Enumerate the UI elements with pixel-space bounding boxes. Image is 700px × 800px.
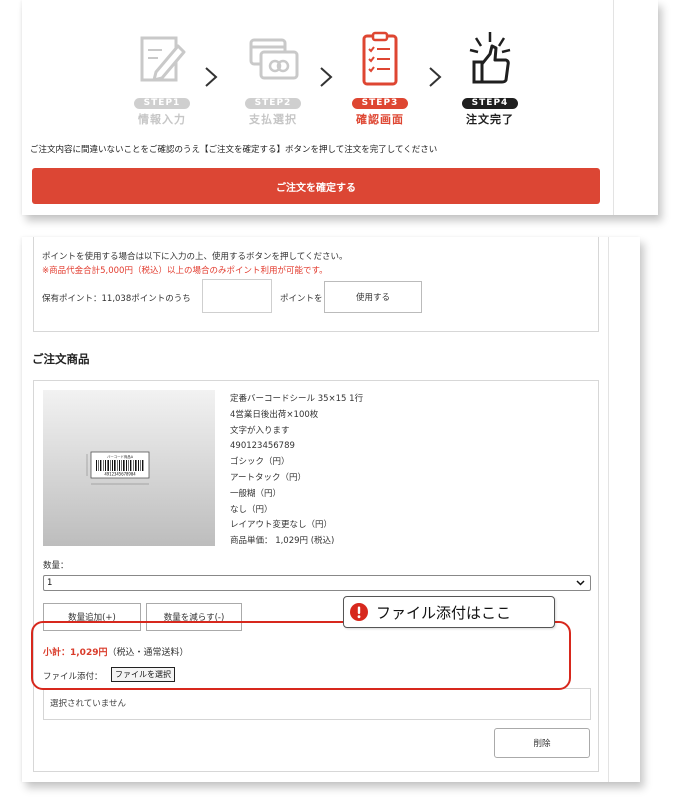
points-section: ポイントを使用する場合は以下に入力の上、使用するボタンを押してください。 ※商品… <box>33 237 599 332</box>
barcode-label-image: バーコード商品A 4912345678904 <box>86 451 150 485</box>
product-layout: レイアウト変更なし（円） <box>230 520 333 531</box>
step-3-badge: STEP3 <box>352 98 408 109</box>
step-3: STEP3 確認画面 <box>340 30 420 127</box>
step-2-badge: STEP2 <box>245 98 301 109</box>
order-items-title: ご注文商品 <box>32 352 90 366</box>
step-4: STEP4 注文完了 <box>450 30 530 127</box>
quantity-value: 1 <box>47 578 53 588</box>
product-shipping: 4営業日後出荷×100枚 <box>230 409 319 420</box>
chevron-right-icon <box>429 67 442 87</box>
clipboard-checklist-icon <box>362 31 398 86</box>
points-instruction: ポイントを使用する場合は以下に入力の上、使用するボタンを押してください。 <box>42 252 348 262</box>
step-indicator: STEP1 情報入力 STEP2 支払選択 STEP3 確認画面 STEP4 注… <box>22 0 622 130</box>
step-1-name: 情報入力 <box>138 113 186 126</box>
step-4-name: 注文完了 <box>466 113 514 126</box>
confirm-instruction: ご注文内容に間違いないことをご確認のうえ【ご注文を確定する】ボタンを押して注文を… <box>30 145 438 155</box>
product-details: 定番バーコードシール 35×15 1行 4営業日後出荷×100枚 文字が入ります… <box>230 392 363 550</box>
order-details-panel: ポイントを使用する場合は以下に入力の上、使用するボタンを押してください。 ※商品… <box>22 237 640 782</box>
panel-divider <box>608 237 609 782</box>
product-material: アートタック（円） <box>230 472 306 483</box>
points-input[interactable] <box>202 279 272 313</box>
product-adhesive: 一般糊（円） <box>230 488 282 499</box>
exclamation-icon <box>350 603 368 621</box>
quantity-select[interactable]: 1 <box>43 575 591 591</box>
product-text: 文字が入ります <box>230 425 290 436</box>
product-font: ゴシック（円） <box>230 457 290 468</box>
chevron-right-icon <box>320 67 333 87</box>
product-image: バーコード商品A 4912345678904 <box>43 390 215 546</box>
step-4-badge: STEP4 <box>462 98 518 109</box>
points-unit-label: ポイントを <box>280 294 323 304</box>
confirm-order-button[interactable]: ご注文を確定する <box>32 168 600 204</box>
file-attach-highlight <box>31 621 571 690</box>
use-points-button[interactable]: 使用する <box>324 281 422 313</box>
pencil-document-icon <box>140 36 186 82</box>
file-status-text: 選択されていません <box>50 699 126 709</box>
chevron-down-icon <box>576 580 585 586</box>
step-2: STEP2 支払選択 <box>233 30 313 127</box>
quantity-label: 数量： <box>43 561 69 571</box>
callout-text: ファイル添付はここ <box>376 603 512 622</box>
product-item: バーコード商品A 4912345678904 定番バーコードシール 35×15 … <box>33 380 599 772</box>
file-status-box: 選択されていません <box>43 688 591 720</box>
delete-item-button[interactable]: 削除 <box>494 728 590 758</box>
chevron-right-icon <box>205 67 218 87</box>
step-1-badge: STEP1 <box>134 98 190 109</box>
step-2-name: 支払選択 <box>249 113 297 126</box>
checkout-steps-panel: STEP1 情報入力 STEP2 支払選択 STEP3 確認画面 STEP4 注… <box>22 0 658 215</box>
step-3-name: 確認画面 <box>356 113 404 126</box>
step-1: STEP1 情報入力 <box>122 30 202 127</box>
sticker-code: 4912345678904 <box>104 472 136 477</box>
points-notice: ※商品代金合計5,000円（税込）以上の場合のみポイント利用が可能です。 <box>42 266 328 276</box>
product-code: 490123456789 <box>230 441 295 452</box>
product-unit-price: 商品単価： 1,029円 (税込) <box>230 536 335 547</box>
file-attach-callout: ファイル添付はここ <box>343 596 555 628</box>
thumbs-up-icon <box>469 32 511 84</box>
held-points-label: 保有ポイント：11,038ポイントのうち <box>42 294 191 304</box>
credit-card-icon <box>249 38 299 80</box>
product-option: なし（円） <box>230 504 273 515</box>
product-name: 定番バーコードシール 35×15 1行 <box>230 394 364 404</box>
sticker-title: バーコード商品A <box>107 454 134 459</box>
